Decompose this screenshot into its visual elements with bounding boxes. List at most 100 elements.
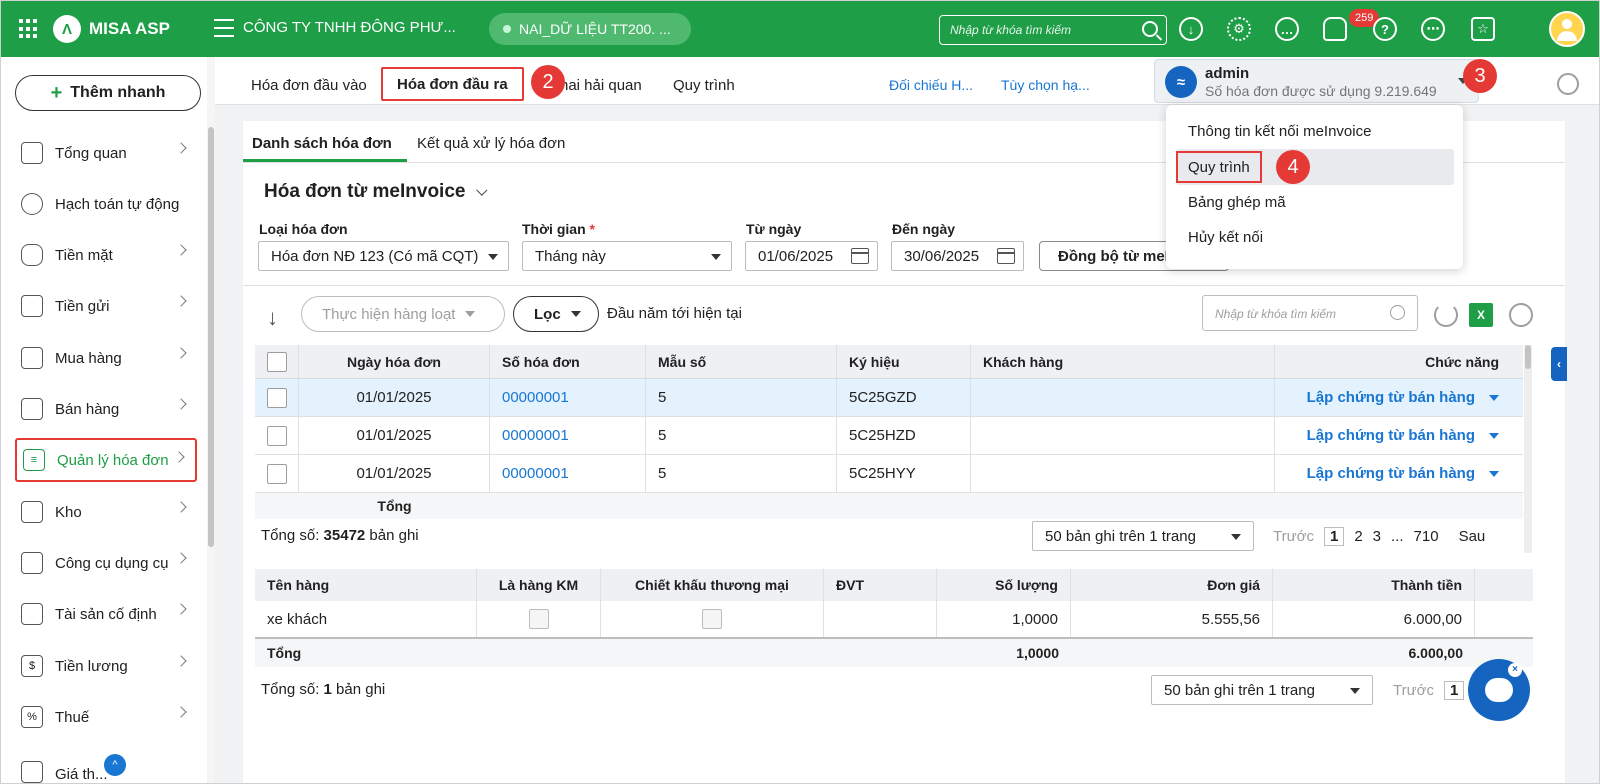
sidebar-item-purchase[interactable]: Mua hàng (15, 336, 197, 380)
column-header-discount[interactable]: Chiết khấu thương mại (601, 569, 824, 601)
subtab-processing-results[interactable]: Kết quả xử lý hóa đơn (417, 135, 565, 152)
sidebar-item-tax[interactable]: % Thuế (15, 695, 197, 739)
column-header-customer[interactable]: Khách hàng (971, 345, 1275, 378)
tab-workflow[interactable]: Quy trình (673, 77, 735, 94)
page-1-button[interactable]: 1 (1323, 527, 1345, 546)
tab-input-invoices[interactable]: Hóa đơn đầu vào (251, 77, 367, 94)
promo-checkbox[interactable] (528, 609, 549, 629)
close-icon[interactable]: × (1508, 663, 1522, 677)
column-header-form[interactable]: Mẫu số (646, 345, 837, 378)
row-checkbox[interactable] (266, 425, 287, 446)
table-scrollbar[interactable] (1524, 345, 1532, 553)
calendar-icon[interactable] (997, 248, 1015, 264)
menu-item-disconnect[interactable]: Hủy kết nối (1188, 229, 1263, 246)
menu-item-connection-info[interactable]: Thông tin kết nối meInvoice (1188, 123, 1371, 140)
select-all-checkbox[interactable] (266, 351, 287, 372)
account-selector[interactable]: ≈ admin Số hóa đơn được sử dụng 9.219.64… (1154, 59, 1479, 103)
sidebar-item-tools[interactable]: Công cụ dụng cụ (15, 541, 197, 585)
row-checkbox[interactable] (266, 387, 287, 408)
column-header-date[interactable]: Ngày hóa đơn (299, 345, 490, 378)
options-link[interactable]: Tùy chọn hạ... (1001, 77, 1090, 93)
detail-page-size-select[interactable]: 50 bản ghi trên 1 trang (1151, 675, 1373, 705)
brand-logo[interactable]: Λ MISA ASP (53, 15, 170, 43)
company-name[interactable]: CÔNG TY TNHH ĐÔNG PHƯ... (243, 19, 456, 36)
database-selector[interactable]: NAI_DỮ LIỆU TT200. ... (489, 13, 691, 45)
invoice-number-link[interactable]: 00000001 (490, 379, 646, 416)
column-header-unit-price[interactable]: Đơn giá (1071, 569, 1273, 601)
column-header-amount[interactable]: Thành tiền (1273, 569, 1475, 601)
search-icon[interactable] (1390, 305, 1405, 320)
sidebar-item-fixed-assets[interactable]: Tài sản cố định (15, 592, 197, 636)
invoice-type-select[interactable]: Hóa đơn NĐ 123 (Có mã CQT) (258, 241, 509, 271)
sidebar-scrollbar[interactable] (207, 57, 215, 783)
filter-button[interactable]: Lọc (513, 296, 599, 332)
refresh-icon[interactable] (1434, 303, 1458, 327)
gear-icon[interactable] (1509, 303, 1533, 327)
notification-bell-icon[interactable] (1323, 17, 1347, 41)
settings-icon[interactable]: ⚙ (1227, 17, 1251, 41)
sidebar-item-salary[interactable]: $ Tiền lương (15, 644, 197, 688)
create-sales-voucher-link[interactable]: Lập chứng từ bán hàng (1307, 427, 1499, 444)
global-search-input[interactable]: Nhập từ khóa tìm kiếm (939, 15, 1167, 45)
page-1-button[interactable]: 1 (1443, 681, 1465, 700)
create-sales-voucher-link[interactable]: Lập chứng từ bán hàng (1307, 389, 1499, 406)
scrollbar-thumb[interactable] (1525, 345, 1531, 369)
chat-icon[interactable]: … (1275, 17, 1299, 41)
search-icon[interactable] (1142, 21, 1158, 37)
quick-add-button[interactable]: + Thêm nhanh (15, 75, 201, 111)
download-icon[interactable]: ↓ (1179, 17, 1203, 41)
sidebar-item-invoice-management[interactable]: ≡ Quản lý hóa đơn (15, 438, 197, 482)
caret-down-icon[interactable] (1489, 395, 1499, 402)
table-row[interactable]: xe khách 1,0000 5.555,56 6.000,00 (255, 601, 1533, 639)
page-size-select[interactable]: 50 bản ghi trên 1 trang (1032, 521, 1254, 551)
bulk-action-button[interactable]: Thực hiện hàng loạt (301, 296, 505, 332)
column-header-item-name[interactable]: Tên hàng (255, 569, 477, 601)
user-avatar[interactable] (1549, 11, 1585, 47)
page-710-button[interactable]: 710 (1414, 528, 1439, 545)
excel-export-icon[interactable]: X (1469, 303, 1493, 327)
apps-grid-icon[interactable] (19, 19, 39, 39)
more-icon[interactable]: ⋯ (1421, 17, 1445, 41)
table-row[interactable]: 01/01/2025 00000001 5 5C25HYY Lập chứng … (255, 455, 1523, 493)
prev-page-button[interactable]: Trước (1273, 528, 1314, 545)
subtab-invoice-list[interactable]: Danh sách hóa đơn (252, 135, 392, 152)
scrollbar-thumb[interactable] (208, 127, 214, 547)
discount-checkbox[interactable] (702, 609, 722, 629)
create-sales-voucher-link[interactable]: Lập chứng từ bán hàng (1307, 465, 1499, 482)
menu-item-workflow[interactable]: Quy trình (1176, 151, 1262, 183)
column-header-quantity[interactable]: Số lượng (937, 569, 1071, 601)
calendar-icon[interactable] (851, 248, 869, 264)
to-date-field[interactable]: 30/06/2025 (891, 241, 1024, 271)
tab-customs[interactable]: hai hải quan (560, 77, 642, 94)
page-2-button[interactable]: 2 (1354, 528, 1362, 545)
period-select[interactable]: Tháng này (522, 241, 732, 271)
prev-page-button[interactable]: Trước (1393, 682, 1434, 699)
next-page-button[interactable]: Sau (1459, 528, 1486, 545)
page-3-button[interactable]: 3 (1373, 528, 1381, 545)
column-header-promo[interactable]: Là hàng KM (477, 569, 601, 601)
collapse-panel-icon[interactable]: ‹ (1551, 347, 1567, 381)
section-title[interactable]: Hóa đơn từ meInvoice (264, 181, 488, 203)
tab-output-invoices[interactable]: Hóa đơn đầu ra (381, 67, 524, 101)
menu-icon[interactable] (214, 19, 234, 37)
table-row[interactable]: 01/01/2025 00000001 5 5C25GZD Lập chứng … (255, 379, 1523, 417)
feature-icon[interactable]: ☆ (1471, 17, 1495, 41)
from-date-field[interactable]: 01/06/2025 (745, 241, 878, 271)
sidebar-item-auto-accounting[interactable]: Hạch toán tự động (15, 182, 197, 226)
caret-down-icon[interactable] (1489, 471, 1499, 478)
gear-icon[interactable] (1557, 73, 1579, 95)
invoice-number-link[interactable]: 00000001 (490, 455, 646, 492)
scroll-up-icon[interactable]: ^ (104, 754, 126, 776)
caret-down-icon[interactable] (1489, 433, 1499, 440)
sidebar-item-deposit[interactable]: Tiền gửi (15, 284, 197, 328)
row-checkbox[interactable] (266, 463, 287, 484)
invoice-number-link[interactable]: 00000001 (490, 417, 646, 454)
help-icon[interactable]: ? (1373, 17, 1397, 41)
table-row[interactable]: 01/01/2025 00000001 5 5C25HZD Lập chứng … (255, 417, 1523, 455)
sidebar-item-overview[interactable]: Tổng quan (15, 131, 197, 175)
sidebar-item-warehouse[interactable]: Kho (15, 490, 197, 534)
list-search-input[interactable]: Nhập từ khóa tìm kiếm (1202, 295, 1418, 331)
collapse-arrow-icon[interactable]: ↓ (267, 307, 289, 331)
sidebar-item-cash[interactable]: Tiền mặt (15, 233, 197, 277)
column-header-unit[interactable]: ĐVT (824, 569, 937, 601)
